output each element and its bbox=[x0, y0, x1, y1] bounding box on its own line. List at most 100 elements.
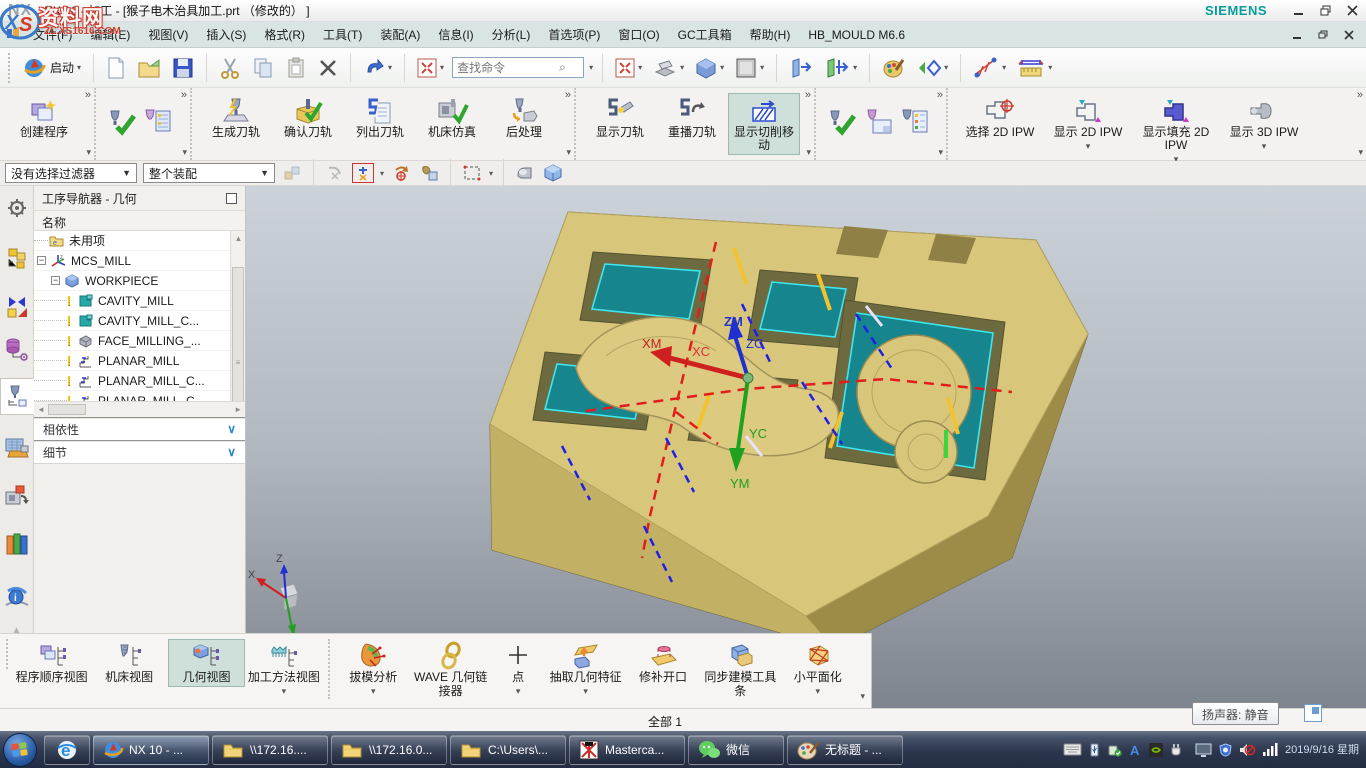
chevron-down-icon[interactable]: ∨ bbox=[227, 422, 236, 436]
tree-vertical-scrollbar[interactable]: ▲ ≡ ▼ bbox=[230, 231, 245, 401]
workpiece-tool-icon[interactable] bbox=[418, 163, 440, 183]
snap-enabled-icon[interactable] bbox=[352, 163, 374, 183]
usb-icon[interactable] bbox=[1088, 743, 1101, 757]
marquee-select-icon[interactable] bbox=[461, 163, 483, 183]
group-expand-icon[interactable]: » bbox=[181, 90, 187, 100]
tree-row-cavity-mill-c[interactable]: ! CAVITY_MILL_C... bbox=[34, 311, 245, 331]
copy-button[interactable] bbox=[249, 52, 277, 84]
style-square-button[interactable]: ▾ bbox=[732, 52, 767, 84]
taskbar-folder2-button[interactable]: \\172.16.0... bbox=[331, 735, 447, 765]
taskbar-wechat-button[interactable]: 微信 bbox=[688, 735, 784, 765]
process-studio-icon[interactable] bbox=[3, 482, 31, 510]
name-column-header[interactable]: 名称 bbox=[34, 211, 245, 231]
tree-row-workpiece[interactable]: − WORKPIECE bbox=[34, 271, 245, 291]
show-3d-ipw-button[interactable]: 显示 3D IPW ▾ bbox=[1220, 93, 1308, 155]
button-drop-icon[interactable]: ▾ bbox=[1262, 141, 1267, 152]
show-toolpath-button[interactable]: 显示刀轨 bbox=[584, 93, 656, 142]
palette-button[interactable] bbox=[879, 52, 909, 84]
menu-help[interactable]: 帮助(H) bbox=[741, 22, 800, 47]
navigator-title-bar[interactable]: 工序导航器 - 几何 bbox=[34, 186, 245, 211]
button-drop-icon[interactable]: ▾ bbox=[1086, 141, 1091, 152]
check-workpiece-button[interactable] bbox=[824, 105, 860, 137]
group-expand-icon[interactable]: » bbox=[805, 90, 811, 100]
menu-format[interactable]: 格式(R) bbox=[255, 22, 314, 47]
generate-toolpath-button[interactable]: 生成刀轨 bbox=[200, 93, 272, 142]
shaded-view-icon[interactable] bbox=[514, 163, 536, 183]
program-order-view-button[interactable]: 程序顺序视图 bbox=[13, 639, 90, 687]
open-file-button[interactable] bbox=[134, 52, 164, 84]
display-icon[interactable] bbox=[1195, 743, 1212, 757]
tree-row-planar-mill[interactable]: ! PLANAR_MILL bbox=[34, 351, 245, 371]
keyboard-icon[interactable] bbox=[1064, 743, 1081, 756]
shield-icon[interactable] bbox=[1219, 743, 1232, 757]
scrollbar-thumb[interactable]: ≡ bbox=[232, 267, 244, 401]
draft-analysis-button[interactable]: 拔模分析 ▾ bbox=[335, 639, 412, 700]
tree-row-face-milling[interactable]: ! FACE_MILLING_... bbox=[34, 331, 245, 351]
create-program-button[interactable]: 创建程序 bbox=[8, 93, 80, 142]
tree-row-cavity-mill[interactable]: ! CAVITY_MILL bbox=[34, 291, 245, 311]
button-drop-icon[interactable]: ▾ bbox=[371, 686, 376, 697]
toolbar-grip[interactable] bbox=[8, 53, 12, 83]
taskbar-paint-button[interactable]: 无标题 - ... bbox=[787, 735, 903, 765]
check-tool-button[interactable] bbox=[104, 105, 140, 137]
button-drop-icon[interactable]: ▾ bbox=[516, 686, 521, 697]
plug-icon[interactable] bbox=[1170, 743, 1182, 757]
command-search-box[interactable]: ⌕ bbox=[452, 57, 584, 78]
shaded-cube-button[interactable]: ▾ bbox=[692, 52, 727, 84]
toolbar-options-icon[interactable]: ▾ bbox=[860, 691, 865, 702]
group-expand-icon[interactable]: » bbox=[565, 90, 571, 100]
menu-preferences[interactable]: 首选项(P) bbox=[539, 22, 609, 47]
machine-tool-navigator-icon[interactable] bbox=[3, 433, 31, 461]
menu-hb-mould[interactable]: HB_MOULD M6.6 bbox=[799, 24, 914, 46]
synchronous-modeling-button[interactable]: 同步建模工具条 bbox=[702, 639, 779, 701]
tree-row-mcs-mill[interactable]: − z MCS_MILL bbox=[34, 251, 245, 271]
tree-row-planar-mill-c2[interactable]: ! PLANAR_MILL_C... bbox=[34, 391, 245, 401]
taskbar-clock[interactable]: 2019/9/16 星期 bbox=[1285, 744, 1359, 756]
constraint-navigator-icon[interactable] bbox=[3, 293, 31, 321]
ruler-button[interactable]: ▾ bbox=[1014, 52, 1055, 84]
menu-assemblies[interactable]: 装配(A) bbox=[371, 22, 429, 47]
network-signal-icon[interactable] bbox=[1262, 743, 1278, 756]
minimize-button[interactable] bbox=[1293, 5, 1304, 16]
tree-horizontal-scrollbar[interactable]: ◄ ► bbox=[34, 401, 245, 417]
usb-eject-icon[interactable] bbox=[1108, 743, 1122, 757]
button-drop-icon[interactable]: ▾ bbox=[583, 686, 588, 697]
collapse-icon[interactable]: − bbox=[37, 256, 46, 265]
doc-close-button[interactable] bbox=[1344, 30, 1354, 40]
toolbar-grip[interactable] bbox=[6, 639, 10, 669]
rotate-point-icon[interactable] bbox=[390, 163, 412, 183]
geometry-view-button[interactable]: 几何视图 bbox=[168, 639, 245, 687]
measure-button[interactable]: ▾ bbox=[970, 52, 1009, 84]
taskbar-ie-button[interactable]: e bbox=[44, 735, 90, 765]
group-expand-icon[interactable]: » bbox=[937, 90, 943, 100]
shear-view-button[interactable]: ▾ bbox=[650, 52, 687, 84]
search-input[interactable] bbox=[457, 61, 559, 75]
show-fill-2d-ipw-button[interactable]: 显示填充 2D IPW ▾ bbox=[1132, 93, 1220, 168]
new-file-button[interactable] bbox=[103, 52, 129, 84]
tree-row-unused[interactable]: e 未用项 bbox=[34, 231, 245, 251]
nvidia-icon[interactable] bbox=[1149, 743, 1163, 757]
fit-view-button[interactable]: ▾ bbox=[414, 52, 447, 84]
collapse-icon[interactable]: − bbox=[51, 276, 60, 285]
operation-navigator-tool-button[interactable] bbox=[896, 105, 932, 137]
assembly-filter-icon[interactable] bbox=[281, 163, 303, 183]
roller-gear-icon[interactable] bbox=[3, 194, 31, 222]
replay-toolpath-button[interactable]: 重播刀轨 bbox=[656, 93, 728, 142]
show-hide-button[interactable]: ▾ bbox=[914, 52, 951, 84]
list-toolpath-button[interactable]: 列出刀轨 bbox=[344, 93, 416, 142]
menu-analysis[interactable]: 分析(L) bbox=[483, 22, 540, 47]
group-drop-icon[interactable]: ▾ bbox=[1358, 147, 1363, 158]
fit-window-button[interactable]: ▾ bbox=[612, 52, 645, 84]
menu-window[interactable]: 窗口(O) bbox=[609, 22, 668, 47]
graphics-viewport[interactable]: XM XC ZM ZC YC YM X bbox=[246, 186, 1366, 708]
assembly-navigator-icon[interactable] bbox=[3, 244, 31, 272]
volume-muted-icon[interactable] bbox=[1239, 743, 1255, 757]
show-2d-ipw-button[interactable]: 显示 2D IPW ▾ bbox=[1044, 93, 1132, 155]
selection-scope-combo[interactable]: 整个装配▼ bbox=[143, 163, 275, 183]
part-navigator-icon[interactable] bbox=[3, 335, 31, 363]
wave-geometry-linker-button[interactable]: WAVE 几何链接器 bbox=[412, 639, 489, 701]
doc-minimize-button[interactable] bbox=[1292, 30, 1302, 40]
tree-row-planar-mill-c1[interactable]: ! PLANAR_MILL_C... bbox=[34, 371, 245, 391]
restore-button[interactable] bbox=[1320, 5, 1331, 16]
operation-navigator-icon[interactable] bbox=[0, 378, 34, 416]
